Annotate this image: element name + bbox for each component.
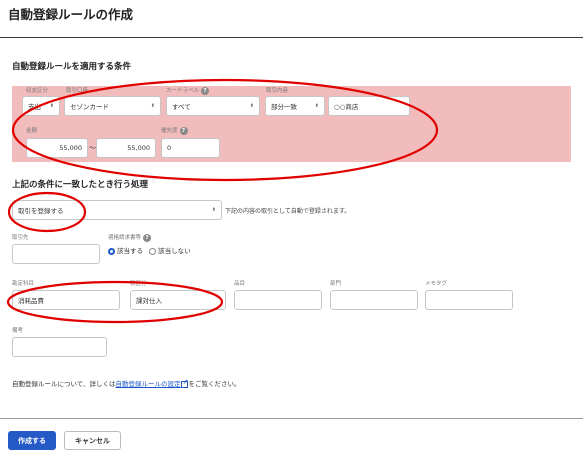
direction-label: 収支区分 [26,88,49,94]
card-label-select[interactable]: すべて ⬍ [166,96,260,116]
chevron-down-icon: ⬍ [314,103,319,109]
content-label: 取引内容 [266,88,289,94]
direction-select[interactable]: 支出 ⬍ [22,96,60,116]
match-type-select[interactable]: 部分一致 ⬍ [265,96,325,116]
account-label: 取引口座 [66,88,89,94]
priority-input[interactable]: 0 [161,138,220,158]
page-title: 自動登録ルールの作成 [8,7,134,22]
header-divider [0,37,583,38]
item-input[interactable] [234,290,322,310]
invoice-radio-group: 該当する 該当しない [108,245,191,255]
item-label: 品目 [234,281,246,287]
partner-label: 取引先 [12,235,29,241]
action-note: 下記の内容の取引として自動で登録されます。 [225,208,351,215]
processing-heading: 上記の条件に一致したとき行う処理 [12,180,149,190]
cancel-button[interactable]: キャンセル [64,431,121,450]
external-link-icon[interactable] [181,378,189,388]
help-circle-icon[interactable]: ? [143,233,152,242]
chevron-down-icon: ⬍ [249,103,254,109]
memo-label: メモタグ [425,281,448,287]
invoice-label: 適格請求書等? [108,233,152,242]
create-button[interactable]: 作成する [8,431,56,450]
amount-separator: 〜 [89,144,96,152]
invoice-radio-no[interactable]: 該当しない [149,247,191,255]
department-input[interactable] [330,290,418,310]
partner-input[interactable] [12,244,100,264]
account-item-input[interactable]: 消耗品費 [12,290,120,310]
amount-label: 金額 [26,128,38,134]
tax-label: 税区分 [130,281,147,287]
tax-select[interactable]: 課対仕入 [130,290,226,310]
chevron-down-icon: ⬍ [150,103,155,109]
help-circle-icon[interactable]: ? [179,126,188,135]
remarks-input[interactable] [12,337,107,357]
department-label: 部門 [330,281,342,287]
help-note: 自動登録ルールについて、詳しくは自動登録ルールの設定をご覧ください。 [12,378,240,389]
footer-divider [0,418,583,419]
amount-min-input[interactable]: 55,000 [26,138,88,158]
chevron-down-icon: ⬍ [211,207,216,213]
help-circle-icon[interactable]: ? [201,86,210,95]
conditions-heading: 自動登録ルールを適用する条件 [12,62,132,72]
amount-max-input[interactable]: 55,000 [96,138,156,158]
account-select[interactable]: セゾンカード ⬍ [64,96,161,116]
remarks-label: 備考 [12,328,24,334]
memo-input[interactable] [425,290,513,310]
action-select[interactable]: 取引を登録する ⬍ [12,200,222,220]
chevron-down-icon: ⬍ [49,103,54,109]
card-label-label: カードラベル? [166,86,210,95]
priority-label: 優先度? [161,126,188,135]
radio-selected-icon [108,247,115,255]
rule-settings-link[interactable]: 自動登録ルールの設定 [115,380,180,388]
radio-unselected-icon [149,247,157,255]
account-item-label: 勘定科目 [12,281,35,287]
content-input[interactable]: ○○商店 [328,96,410,116]
invoice-radio-yes[interactable]: 該当する [108,247,143,255]
